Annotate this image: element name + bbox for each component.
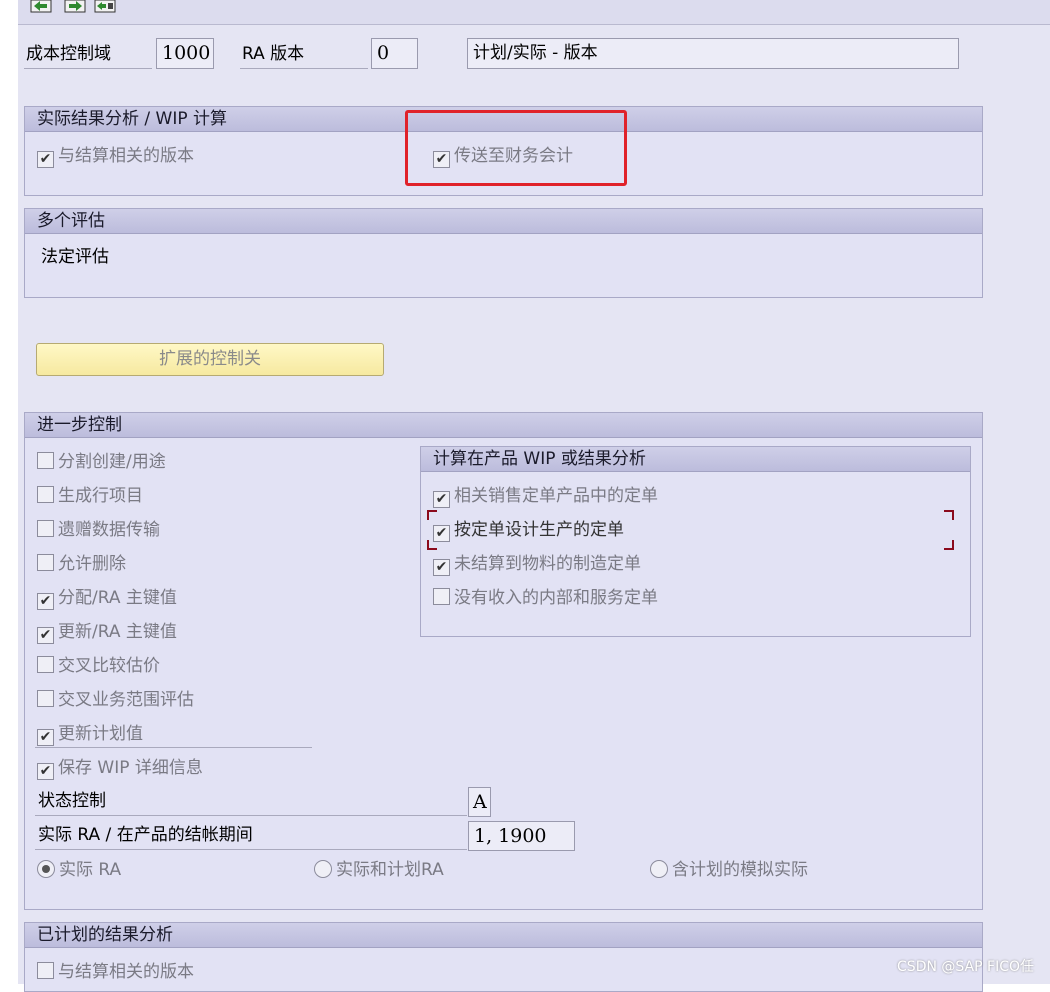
further-control-checkbox[interactable]: ✔ 保存 WIP 详细信息 [37, 756, 203, 780]
checkbox-box[interactable]: ✔ [37, 627, 54, 644]
checkbox-label: 未结算到物料的制造定单 [454, 554, 641, 574]
checkbox-box[interactable] [433, 588, 450, 605]
checkbox-box[interactable] [37, 554, 54, 571]
group-title: 多个评估 [25, 209, 982, 234]
further-control-checkbox[interactable]: 交叉比较估价 [37, 654, 160, 678]
watermark: CSDN @SAP FICO任 [897, 959, 1034, 975]
status-control-label: 状态控制 [38, 791, 106, 811]
status-control-field[interactable]: A [468, 787, 491, 817]
ra-version-label: RA 版本 [242, 44, 305, 64]
checkbox-box[interactable]: ✔ [37, 151, 54, 168]
checkbox-box[interactable]: ✔ [433, 559, 450, 576]
extended-control-button[interactable]: 扩展的控制关 [36, 343, 384, 376]
radio-simulated-actual[interactable]: 含计划的模拟实际 [650, 858, 808, 882]
highlight-box [405, 110, 627, 186]
checkbox-box[interactable] [37, 452, 54, 469]
radio-actual-ra[interactable]: 实际 RA [37, 858, 121, 882]
focus-corner [427, 510, 437, 520]
version-description-field: 计划/实际 - 版本 [467, 38, 959, 69]
further-control-checkbox[interactable]: 生成行项目 [37, 484, 143, 508]
focus-corner [427, 540, 437, 550]
focus-corner [944, 540, 954, 550]
checkbox-label: 遗赠数据传输 [58, 520, 160, 540]
planned-settlement-version-checkbox[interactable]: 与结算相关的版本 [37, 960, 194, 984]
radio-label: 含计划的模拟实际 [672, 860, 808, 880]
separator-line [35, 747, 312, 748]
radio-button[interactable] [650, 860, 668, 878]
radio-actual-plan-ra[interactable]: 实际和计划RA [314, 858, 444, 882]
wip-calc-checkbox[interactable]: ✔ 未结算到物料的制造定单 [433, 552, 641, 576]
checkbox-label: 分割创建/用途 [58, 452, 166, 472]
checkbox-box[interactable]: ✔ [433, 491, 450, 508]
checkbox-box[interactable] [37, 962, 54, 979]
period-label: 实际 RA / 在产品的结帐期间 [38, 825, 253, 845]
checkbox-label: 交叉比较估价 [58, 656, 160, 676]
group-title: 已计划的结果分析 [25, 923, 982, 948]
legal-valuation-label: 法定评估 [41, 247, 109, 267]
checkbox-box[interactable]: ✔ [37, 729, 54, 746]
label-underline [240, 68, 368, 69]
further-control-checkbox[interactable]: 允许删除 [37, 552, 126, 576]
checkbox-label: 按定单设计生产的定单 [454, 520, 624, 540]
settlement-version-checkbox[interactable]: ✔ 与结算相关的版本 [37, 144, 194, 168]
further-control-checkbox[interactable]: 分割创建/用途 [37, 450, 166, 474]
label-underline [24, 68, 152, 69]
toolbar [18, 0, 1050, 25]
next-entry-icon[interactable] [64, 0, 86, 14]
radio-button[interactable] [37, 860, 55, 878]
checkbox-label: 保存 WIP 详细信息 [58, 758, 203, 778]
checkbox-label: 生成行项目 [58, 486, 143, 506]
checkbox-label: 相关销售定单产品中的定单 [454, 486, 658, 506]
further-control-checkbox[interactable]: ✔ 分配/RA 主键值 [37, 586, 177, 610]
checkbox-label: 允许删除 [58, 554, 126, 574]
further-control-checkbox[interactable]: ✔ 更新计划值 [37, 722, 143, 746]
further-control-checkbox[interactable]: 遗赠数据传输 [37, 518, 160, 542]
further-control-checkbox[interactable]: 交叉业务范围评估 [37, 688, 194, 712]
wip-calc-checkbox[interactable]: ✔ 按定单设计生产的定单 [433, 518, 624, 542]
left-edge-strip [0, 0, 19, 984]
label-underline [35, 815, 467, 816]
checkbox-box[interactable] [37, 656, 54, 673]
checkbox-label: 更新/RA 主键值 [58, 622, 177, 642]
checkbox-box[interactable] [37, 690, 54, 707]
checkbox-label: 没有收入的内部和服务定单 [454, 588, 658, 608]
checkbox-label: 分配/RA 主键值 [58, 588, 177, 608]
checkbox-box[interactable]: ✔ [37, 593, 54, 610]
further-control-checkbox[interactable]: ✔ 更新/RA 主键值 [37, 620, 177, 644]
group-title: 计算在产品 WIP 或结果分析 [421, 447, 970, 472]
multi-valuation-group: 多个评估 [24, 208, 983, 298]
checkbox-label: 与结算相关的版本 [58, 146, 194, 166]
checkbox-box[interactable]: ✔ [37, 763, 54, 780]
checkbox-box[interactable] [37, 486, 54, 503]
checkbox-label: 更新计划值 [58, 724, 143, 744]
wip-calc-checkbox[interactable]: ✔ 相关销售定单产品中的定单 [433, 484, 658, 508]
previous-entry-icon[interactable] [30, 0, 52, 14]
checkbox-box[interactable] [37, 520, 54, 537]
controlling-area-label: 成本控制域 [26, 44, 111, 64]
ra-version-field[interactable]: 0 [371, 38, 418, 69]
wip-calc-checkbox[interactable]: 没有收入的内部和服务定单 [433, 586, 658, 610]
focus-corner [944, 510, 954, 520]
controlling-area-field[interactable]: 1000 [156, 38, 214, 69]
radio-label: 实际 RA [59, 860, 122, 880]
checkbox-label: 与结算相关的版本 [58, 962, 194, 982]
checkbox-label: 交叉业务范围评估 [58, 690, 194, 710]
group-title: 进一步控制 [25, 413, 982, 438]
label-underline [35, 849, 467, 850]
radio-button[interactable] [314, 860, 332, 878]
radio-label: 实际和计划RA [336, 860, 444, 880]
period-field[interactable]: 1, 1900 [468, 821, 575, 851]
other-entry-icon[interactable] [94, 0, 116, 14]
